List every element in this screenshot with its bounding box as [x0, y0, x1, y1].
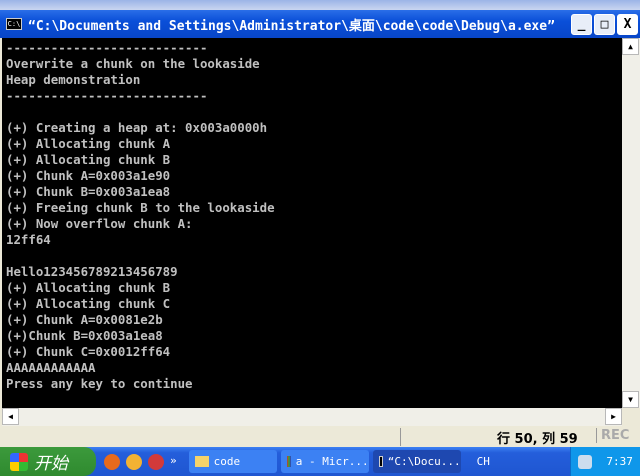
console-line: (+) Allocating chunk A	[6, 136, 171, 151]
firefox-icon[interactable]	[104, 453, 120, 470]
app-icon[interactable]	[126, 453, 142, 470]
vertical-scrollbar[interactable]: ▲ ▼	[622, 38, 640, 408]
visual-studio-icon	[286, 456, 291, 467]
console-line: (+) Freeing chunk B to the lookaside	[6, 200, 275, 215]
folder-icon	[194, 456, 209, 467]
console-icon	[378, 456, 383, 467]
scroll-left-icon[interactable]: ◀	[2, 408, 19, 425]
maximize-button[interactable]: □	[594, 13, 615, 35]
clock[interactable]: 7:37	[606, 455, 633, 468]
taskbar: 开始 » code a - Micr... “C:\Docu... CH 7:3…	[0, 447, 640, 476]
quick-launch: »	[104, 453, 177, 470]
task-label: “C:\Docu...	[387, 455, 461, 468]
desktop-strip	[0, 0, 640, 10]
console-line: Heap demonstration	[6, 72, 141, 87]
console-line: 12ff64	[6, 232, 51, 247]
close-button[interactable]: X	[617, 13, 638, 35]
console-line: ---------------------------	[6, 88, 208, 103]
console-line: ---------------------------	[6, 40, 208, 55]
task-label: a - Micr...	[295, 455, 369, 468]
chevron-icon[interactable]: »	[170, 454, 177, 470]
console-line: AAAAAAAAAAAA	[6, 360, 96, 375]
scroll-down-icon[interactable]: ▼	[622, 391, 639, 408]
task-visual-studio[interactable]: a - Micr...	[280, 450, 369, 473]
media-icon[interactable]	[148, 453, 164, 470]
start-label: 开始	[34, 454, 68, 474]
console-line: (+) Allocating chunk B	[6, 280, 171, 295]
title-bar[interactable]: C:\ “C:\Documents and Settings\Administr…	[0, 10, 640, 38]
language-indicator[interactable]: CH	[477, 455, 490, 468]
console-line: Press any key to continue	[6, 376, 193, 391]
cursor-position: 行 50, 列 59	[400, 428, 578, 447]
tray-app-icon[interactable]	[578, 454, 593, 469]
console-line: (+) Now overflow chunk A:	[6, 216, 193, 231]
minimize-button[interactable]: _	[571, 13, 592, 35]
console-line: Overwrite a chunk on the lookaside	[6, 56, 260, 71]
console-line: (+) Chunk A=0x0081e2b	[6, 312, 163, 327]
console-line: (+) Chunk B=0x003a1ea8	[6, 184, 171, 199]
console-line: (+)Chunk B=0x003a1ea8	[6, 328, 163, 343]
horizontal-scrollbar[interactable]: ◀ ▶	[2, 408, 622, 426]
console-line: (+) Creating a heap at: 0x003a0000h	[6, 120, 268, 135]
console-icon: C:\	[6, 18, 22, 30]
console-line: (+) Chunk A=0x003a1e90	[6, 168, 171, 183]
windows-logo-icon	[10, 452, 28, 471]
rec-indicator: REC	[596, 428, 629, 443]
scroll-right-icon[interactable]: ▶	[605, 408, 622, 425]
task-label: code	[213, 455, 241, 468]
task-console[interactable]: “C:\Docu...	[372, 450, 461, 473]
console-line: (+) Allocating chunk B	[6, 152, 171, 167]
status-bar: 行 50, 列 59 REC	[0, 428, 640, 447]
window-title: “C:\Documents and Settings\Administrator…	[28, 18, 555, 34]
system-tray: 7:37	[570, 447, 640, 476]
task-code[interactable]: code	[188, 450, 277, 473]
console-line: (+) Chunk C=0x0012ff64	[6, 344, 171, 359]
console-line: Hello123456789213456789	[6, 264, 178, 279]
scroll-up-icon[interactable]: ▲	[622, 38, 639, 55]
start-button[interactable]: 开始	[0, 447, 96, 476]
console-line: (+) Allocating chunk C	[6, 296, 171, 311]
console-output[interactable]: --------------------------- Overwrite a c…	[2, 38, 622, 408]
